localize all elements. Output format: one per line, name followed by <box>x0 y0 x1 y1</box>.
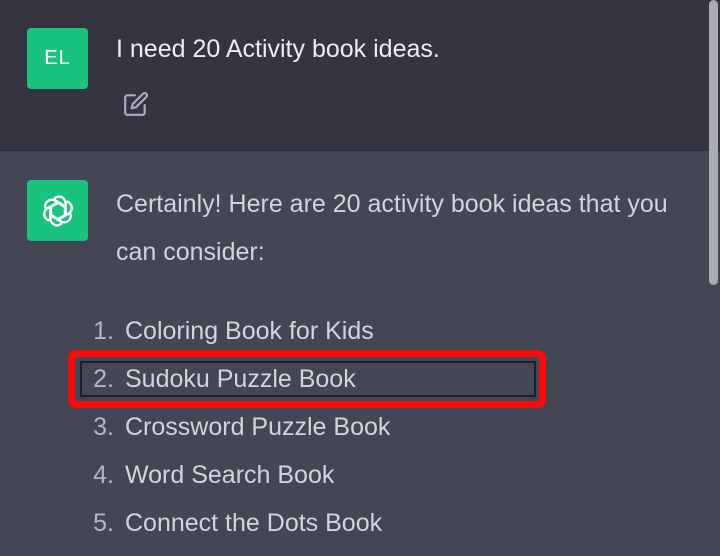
openai-logo-icon <box>42 194 73 227</box>
list-item-text: Coloring Book for Kids <box>125 317 374 345</box>
list-item: 3. Crossword Puzzle Book <box>0 403 700 451</box>
user-message-row: EL I need 20 Activity book ideas. <box>0 0 720 150</box>
edit-icon <box>124 92 148 116</box>
user-avatar: EL <box>27 28 88 89</box>
list-item: 4. Word Search Book <box>0 451 700 499</box>
list-item-number: 1. <box>93 317 114 345</box>
list-item-number: 5. <box>93 509 114 537</box>
assistant-intro-text: Certainly! Here are 20 activity book ide… <box>116 190 668 266</box>
list-item-text: Crossword Puzzle Book <box>125 413 391 441</box>
list-item-text: Word Search Book <box>125 461 335 489</box>
list-item: 1. Coloring Book for Kids <box>0 307 700 355</box>
edit-message-button[interactable] <box>120 88 152 120</box>
scrollbar-thumb[interactable] <box>709 0 718 285</box>
assistant-message-row: Certainly! Here are 20 activity book ide… <box>0 150 720 556</box>
list-item: 5. Connect the Dots Book <box>0 499 700 547</box>
list-item: 2. Sudoku Puzzle Book <box>0 355 700 403</box>
list-item-text: Sudoku Puzzle Book <box>125 365 356 393</box>
list-item-number: 3. <box>93 413 114 441</box>
chat-view: EL I need 20 Activity book ideas. Certai… <box>0 0 720 556</box>
user-message-text: I need 20 Activity book ideas. <box>116 35 440 63</box>
list-item-text: Connect the Dots Book <box>125 509 383 537</box>
idea-list: 1. Coloring Book for Kids 2. Sudoku Puzz… <box>0 307 700 547</box>
list-item-number: 4. <box>93 461 114 489</box>
scrollbar[interactable] <box>706 0 720 556</box>
list-item-number: 2. <box>93 365 114 393</box>
assistant-avatar <box>27 180 88 241</box>
